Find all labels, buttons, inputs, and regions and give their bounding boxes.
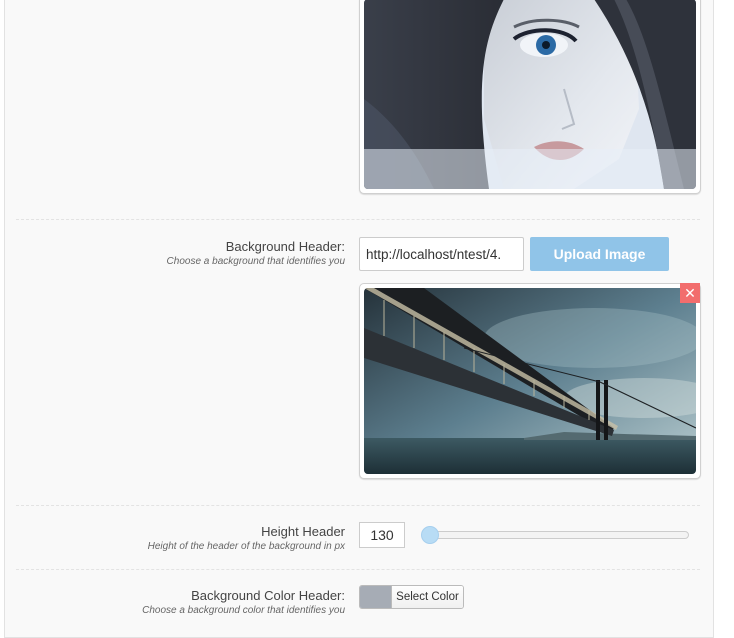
background-color-header-description: Choose a background color that identifie…: [142, 605, 345, 616]
height-header-description: Height of the header of the background i…: [147, 541, 345, 552]
background-color-header-label: Background Color Header:: [191, 588, 345, 603]
bridge-image: [364, 288, 696, 474]
slider-handle[interactable]: [421, 526, 439, 544]
select-color-label: Select Color: [392, 586, 463, 608]
portrait-image: [364, 0, 696, 189]
background-header-label: Background Header:: [225, 239, 345, 254]
color-swatch[interactable]: [360, 586, 392, 608]
height-header-slider[interactable]: [421, 526, 689, 544]
background-header-preview: [359, 283, 701, 479]
section-divider: [16, 219, 700, 220]
section-divider: [16, 505, 700, 506]
close-icon: ✕: [684, 285, 696, 301]
background-header-url-input[interactable]: [359, 237, 524, 271]
profile-image-preview: [359, 0, 701, 194]
remove-image-button[interactable]: ✕: [680, 283, 700, 303]
section-divider: [16, 569, 700, 570]
height-header-label: Height Header: [261, 524, 345, 539]
select-color-button[interactable]: Select Color: [359, 585, 464, 609]
upload-image-button[interactable]: Upload Image: [530, 237, 669, 271]
background-header-description: Choose a background that identifies you: [166, 256, 345, 267]
height-header-input[interactable]: [359, 522, 405, 548]
